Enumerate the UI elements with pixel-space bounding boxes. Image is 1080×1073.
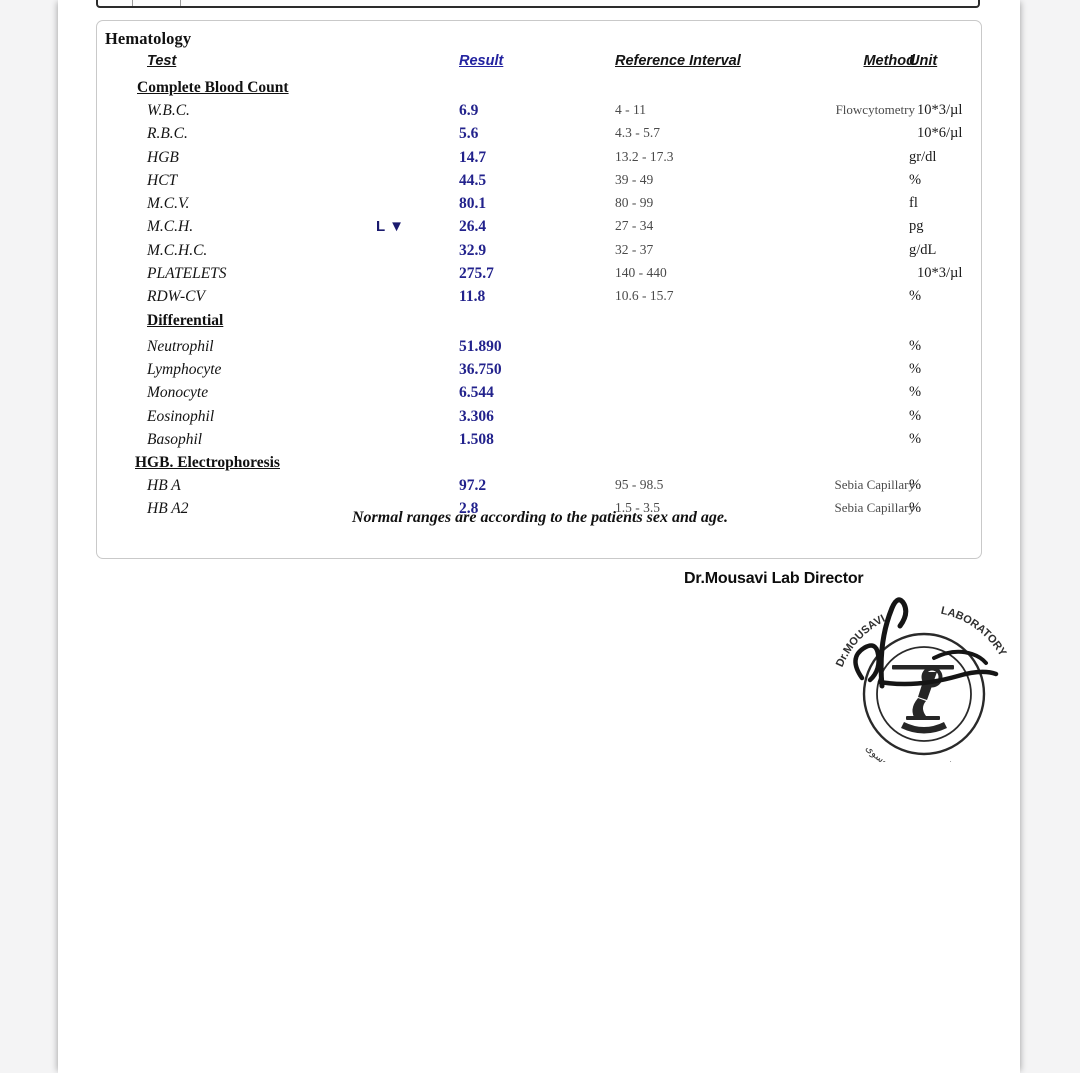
analyte-name: HB A — [147, 477, 181, 495]
unit-label: gr/dl — [909, 148, 937, 165]
table-row: PLATELETS 275.7 140 - 440 10*3/µl — [97, 265, 983, 288]
analyte-name: M.C.H.C. — [147, 241, 208, 259]
result-value: 3.306 — [459, 407, 494, 425]
table-row: HB A 97.2 95 - 98.5 Sebia Capillary % — [97, 477, 983, 500]
unit-label: % — [909, 384, 922, 401]
result-value: 51.890 — [459, 337, 502, 355]
analyte-name: Eosinophil — [147, 407, 215, 425]
table-row: HCT 44.5 39 - 49 % — [97, 172, 983, 195]
table-row: Neutrophil 51.890 % — [97, 338, 983, 361]
clipped-top-bar — [96, 0, 980, 8]
hematology-report-card: Hematology Test Result Reference Interva… — [96, 20, 982, 559]
unit-label: % — [909, 477, 922, 494]
result-value: 5.6 — [459, 125, 479, 143]
analyte-name: M.C.H. — [147, 218, 194, 236]
results-table: Test Result Reference Interval Method Un… — [97, 53, 983, 524]
result-value: 275.7 — [459, 265, 494, 283]
signature-block: Dr.Mousavi Lab Director Dr.MOUSAVI LABOR… — [618, 566, 1018, 766]
unit-label: fl — [909, 195, 918, 212]
abnormal-flag-low: L ▼ — [376, 218, 404, 236]
unit-label: % — [909, 430, 922, 447]
unit-label: pg — [909, 218, 924, 235]
top-bar-divider — [132, 0, 133, 6]
unit-label: % — [909, 171, 922, 188]
analyte-name: Lymphocyte — [147, 360, 222, 378]
analyte-name: Monocyte — [147, 384, 209, 402]
table-row: M.C.V. 80.1 80 - 99 fl — [97, 195, 983, 218]
reference-interval: 32 - 37 — [615, 241, 654, 257]
result-value: 44.5 — [459, 171, 487, 189]
table-row: Monocyte 6.544 % — [97, 384, 983, 407]
column-header-reference: Reference Interval — [615, 53, 741, 69]
official-stamp: Dr.MOUSAVI LABORATORY آزمایشگاه دکتر موس… — [806, 582, 1036, 762]
column-header-method: Method — [863, 53, 915, 69]
table-row: Basophil 1.508 % — [97, 431, 983, 454]
section-title-hgb-electrophoresis: HGB. Electrophoresis — [135, 454, 280, 472]
reference-interval: 80 - 99 — [615, 195, 654, 211]
document-page: Hematology Test Result Reference Interva… — [58, 0, 1020, 1073]
table-row: R.B.C. 5.6 4.3 - 5.7 10*6/µl — [97, 125, 983, 148]
result-value: 26.4 — [459, 218, 487, 236]
analyte-name: R.B.C. — [147, 125, 188, 143]
table-header-row: Test Result Reference Interval Method Un… — [97, 53, 983, 79]
unit-label: 10*3/µl — [917, 102, 963, 118]
section-header-row: Differential — [97, 312, 983, 338]
table-row: M.C.H. L ▼ 26.4 27 - 34 pg — [97, 218, 983, 241]
analyte-name: W.B.C. — [147, 102, 190, 119]
unit-label: 10*3/µl — [917, 265, 963, 282]
analyte-name: PLATELETS — [147, 265, 227, 283]
method-name: Flowcytometry — [835, 102, 915, 117]
microscope-icon — [892, 665, 954, 734]
unit-label: g/dL — [909, 241, 937, 258]
reference-interval: 27 - 34 — [615, 218, 654, 234]
method-name: Sebia Capillary — [834, 477, 915, 493]
top-bar-clipped-text — [168, 0, 172, 1]
result-value: 80.1 — [459, 195, 487, 213]
analyte-name: M.C.V. — [147, 195, 190, 213]
analyte-name: Neutrophil — [147, 337, 214, 355]
unit-label: % — [909, 360, 922, 377]
table-row: W.B.C. 6.9 4 - 11 Flowcytometry 10*3/µl — [97, 102, 983, 125]
result-value: 36.750 — [459, 360, 502, 378]
column-header-unit: Unit — [909, 53, 938, 69]
table-row: RDW-CV 11.8 10.6 - 15.7 % — [97, 288, 983, 311]
table-row: Eosinophil 3.306 % — [97, 408, 983, 431]
analyte-name: HCT — [147, 171, 178, 189]
section-title-complete-blood-count: Complete Blood Count — [137, 79, 289, 96]
analyte-name: RDW-CV — [147, 288, 205, 306]
result-value: 1.508 — [459, 430, 494, 448]
reference-interval: 4.3 - 5.7 — [615, 125, 660, 141]
section-title-differential: Differential — [147, 311, 224, 329]
result-value: 14.7 — [459, 148, 487, 166]
result-value: 32.9 — [459, 241, 487, 259]
analyte-name: Basophil — [147, 430, 203, 448]
result-value: 97.2 — [459, 477, 487, 495]
unit-label: % — [909, 407, 922, 424]
reference-interval: 10.6 - 15.7 — [615, 288, 674, 304]
reference-interval: 140 - 440 — [615, 265, 667, 281]
result-value: 6.544 — [459, 384, 494, 402]
reference-interval: 13.2 - 17.3 — [615, 148, 674, 164]
section-header-row: Complete Blood Count — [97, 79, 983, 102]
normal-ranges-footnote: Normal ranges are according to the patie… — [351, 509, 728, 526]
result-value: 11.8 — [459, 288, 486, 306]
unit-label: % — [909, 337, 922, 354]
analyte-name: HGB — [147, 148, 179, 166]
result-value: 6.9 — [459, 102, 479, 119]
unit-label: % — [909, 288, 922, 305]
table-row: M.C.H.C. 32.9 32 - 37 g/dL — [97, 242, 983, 265]
table-row: Lymphocyte 36.750 % — [97, 361, 983, 384]
department-title: Hematology — [105, 29, 192, 48]
top-bar-divider — [180, 0, 181, 6]
reference-interval: 39 - 49 — [615, 171, 654, 187]
column-header-test: Test — [147, 53, 177, 69]
table-row: HGB 14.7 13.2 - 17.3 gr/dl — [97, 149, 983, 172]
unit-label: 10*6/µl — [917, 125, 963, 142]
column-header-result: Result — [459, 53, 504, 69]
section-header-row: HGB. Electrophoresis — [97, 454, 983, 477]
